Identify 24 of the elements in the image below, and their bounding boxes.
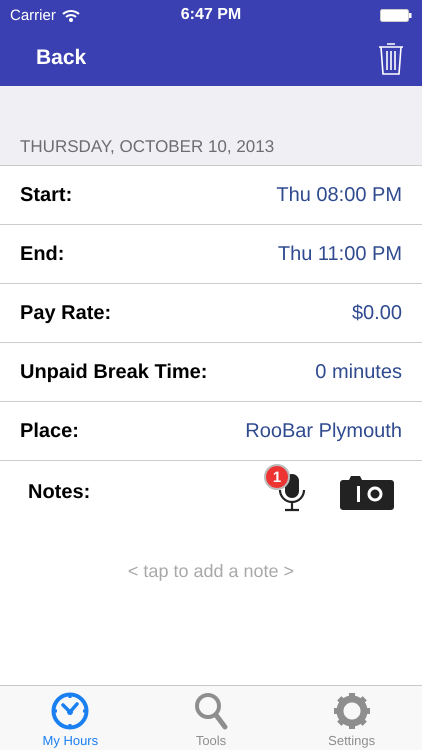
field-label: Unpaid Break Time: — [20, 360, 208, 384]
clock-icon — [50, 691, 90, 731]
carrier-label: Carrier — [10, 6, 56, 24]
field-value[interactable]: Thu 11:00 PM — [278, 242, 402, 266]
field-label: Place: — [20, 420, 79, 442]
search-icon — [192, 691, 229, 731]
battery-icon — [380, 8, 412, 22]
settings-icon — [332, 691, 372, 731]
date-header: THURSDAY, OCTOBER 10, 2013 — [20, 137, 274, 157]
tab-item[interactable]: My Hours — [0, 686, 141, 750]
field-value[interactable]: 0 minutes — [315, 360, 402, 384]
field-label: Start: — [20, 184, 72, 206]
wifi-icon — [62, 8, 80, 22]
field-label: Pay Rate: — [20, 302, 112, 324]
field-value[interactable]: RooBar Plymouth — [245, 420, 402, 442]
trash-icon[interactable] — [378, 41, 404, 75]
field-value[interactable]: $0.00 — [352, 302, 402, 324]
back-button[interactable]: Back — [36, 46, 86, 70]
field-value[interactable]: Thu 08:00 PM — [276, 184, 402, 206]
notification-badge: 1 — [264, 464, 290, 490]
camera-icon[interactable] — [340, 474, 394, 510]
clock-time: 6:47 PM — [180, 6, 242, 24]
notes-label: Notes: — [28, 480, 92, 504]
field-label: End: — [20, 242, 64, 266]
